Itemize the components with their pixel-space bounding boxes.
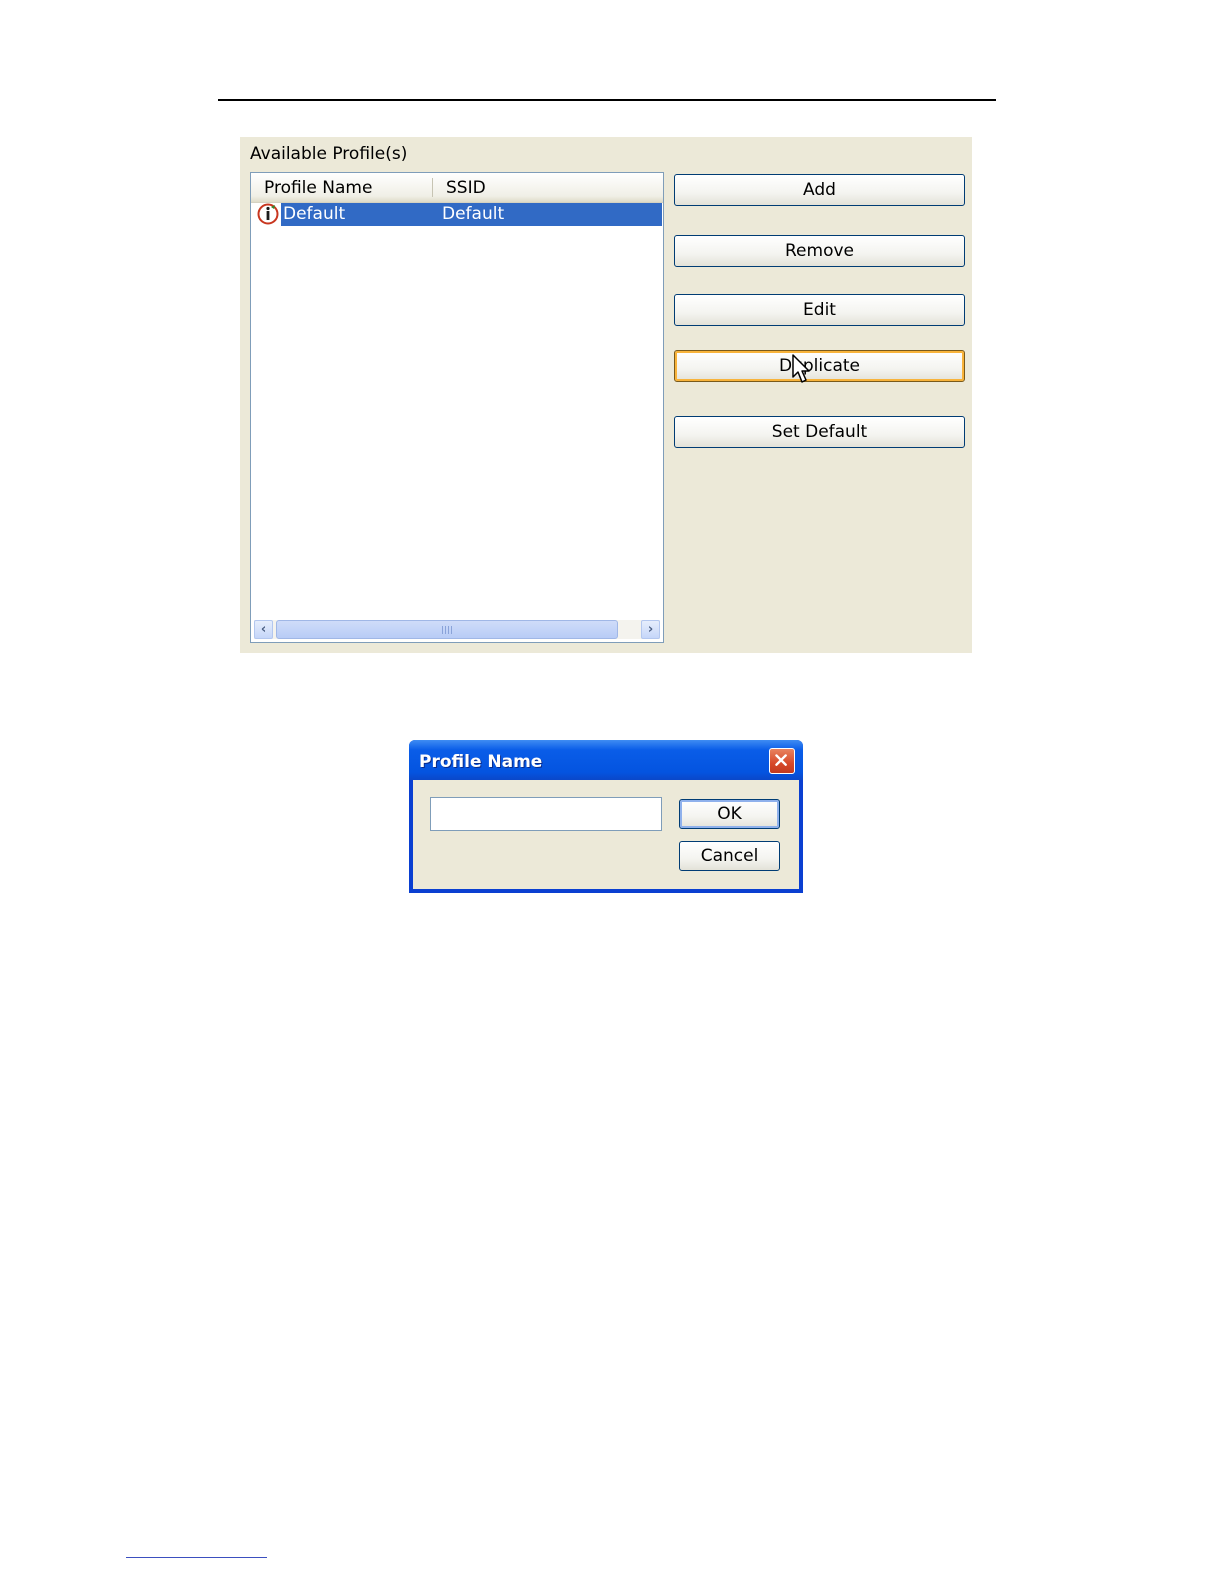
scroll-left-button[interactable]: ‹ bbox=[254, 620, 273, 639]
scroll-grip-icon bbox=[442, 626, 452, 634]
footer-link-underline bbox=[126, 1557, 267, 1558]
add-button[interactable]: Add bbox=[674, 174, 965, 206]
list-header: Profile Name SSID bbox=[251, 173, 663, 203]
ok-button[interactable]: OK bbox=[679, 799, 780, 829]
set-default-button[interactable]: Set Default bbox=[674, 416, 965, 448]
profile-list[interactable]: Profile Name SSID Default Default ‹ › bbox=[250, 172, 664, 643]
top-rule bbox=[218, 99, 996, 101]
table-row[interactable]: Default Default bbox=[251, 203, 663, 226]
dialog-titlebar[interactable]: Profile Name bbox=[409, 740, 803, 780]
profile-name-input[interactable] bbox=[430, 797, 662, 831]
panel-title: Available Profile(s) bbox=[250, 144, 408, 164]
horizontal-scrollbar[interactable]: ‹ › bbox=[254, 620, 660, 639]
profiles-panel: Available Profile(s) Profile Name SSID D… bbox=[240, 137, 972, 653]
scroll-right-button[interactable]: › bbox=[641, 620, 660, 639]
close-icon bbox=[775, 754, 787, 766]
profile-name-dialog: Profile Name OK Cancel bbox=[409, 740, 803, 893]
column-separator[interactable] bbox=[432, 178, 433, 197]
remove-button[interactable]: Remove bbox=[674, 235, 965, 267]
dialog-body: OK Cancel bbox=[413, 780, 799, 889]
column-header-profile-name[interactable]: Profile Name bbox=[264, 173, 372, 202]
cell-profile-name: Default bbox=[283, 204, 346, 224]
mouse-pointer-icon bbox=[792, 354, 810, 383]
scroll-thumb[interactable] bbox=[276, 620, 618, 639]
close-button[interactable] bbox=[769, 748, 795, 774]
edit-button[interactable]: Edit bbox=[674, 294, 965, 326]
default-profile-icon bbox=[257, 203, 279, 225]
dialog-title: Profile Name bbox=[419, 752, 543, 772]
cancel-button[interactable]: Cancel bbox=[679, 841, 780, 871]
duplicate-button[interactable]: Duplicate bbox=[674, 350, 965, 382]
column-header-ssid[interactable]: SSID bbox=[446, 173, 486, 202]
cell-ssid: Default bbox=[442, 204, 505, 224]
